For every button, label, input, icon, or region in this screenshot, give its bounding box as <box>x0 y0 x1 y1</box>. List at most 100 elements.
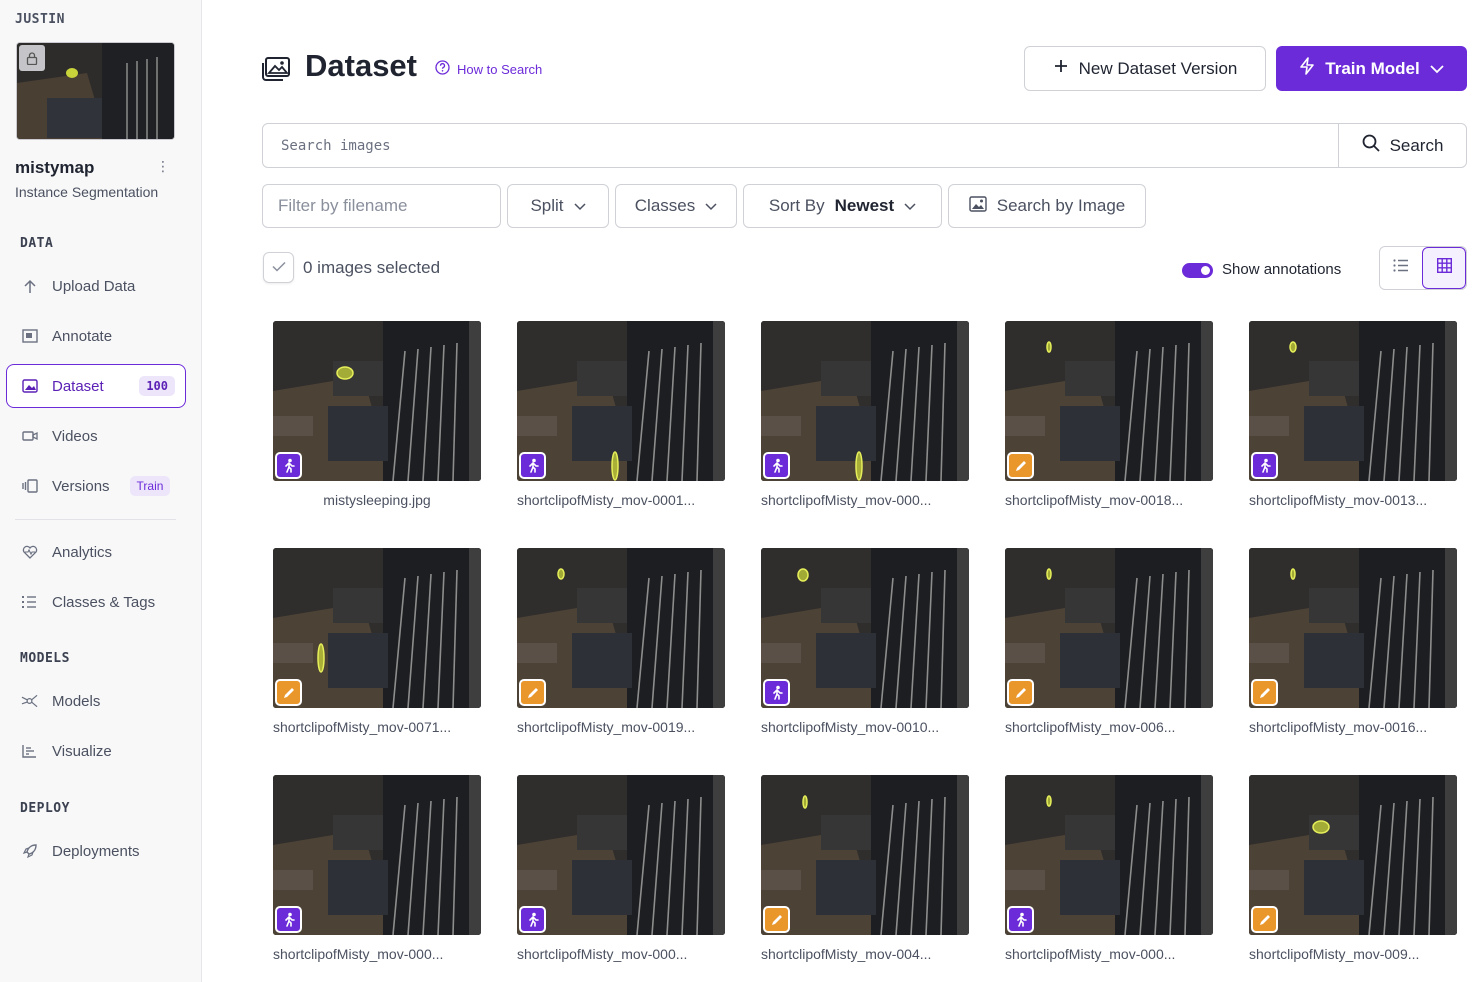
train-model-label: Train Model <box>1325 58 1420 78</box>
sidebar-item-label: Visualize <box>52 742 112 760</box>
filename-filter-input[interactable] <box>263 185 500 227</box>
edit-pencil-icon <box>1007 452 1034 479</box>
models-icon <box>21 693 38 710</box>
image-icon <box>969 195 987 217</box>
search-button-label: Search <box>1389 135 1444 155</box>
dataset-title-icon <box>261 56 291 82</box>
image-card[interactable]: shortclipofMisty_mov-000... <box>1005 775 1213 962</box>
image-card[interactable]: shortclipofMisty_mov-006... <box>1005 548 1213 735</box>
search-by-image-label: Search by Image <box>996 196 1126 215</box>
sidebar-item-models[interactable]: Models <box>6 679 186 723</box>
image-thumbnail[interactable] <box>1005 548 1213 708</box>
sidebar-item-annotate[interactable]: Annotate <box>6 314 186 358</box>
workspace-name[interactable]: JUSTIN <box>15 12 65 27</box>
image-filename: shortclipofMisty_mov-000... <box>273 946 444 962</box>
sort-dropdown[interactable]: Sort By Newest <box>743 184 942 228</box>
sort-label: Sort By <box>768 196 825 215</box>
image-card[interactable]: shortclipofMisty_mov-0071... <box>273 548 481 735</box>
image-filename: shortclipofMisty_mov-0071... <box>273 719 452 735</box>
search-input[interactable] <box>263 124 1338 167</box>
image-card[interactable]: shortclipofMisty_mov-0001... <box>517 321 725 508</box>
image-card[interactable]: shortclipofMisty_mov-000... <box>517 775 725 962</box>
image-filename: shortclipofMisty_mov-004... <box>761 946 932 962</box>
chevron-down-icon <box>574 196 586 216</box>
image-thumbnail[interactable] <box>273 775 481 935</box>
image-thumbnail[interactable] <box>1005 321 1213 481</box>
sidebar-item-versions[interactable]: Versions Train <box>6 464 186 508</box>
versions-icon <box>21 478 38 495</box>
project-name: mistymap <box>15 158 95 177</box>
edit-pencil-icon <box>1251 906 1278 933</box>
selected-count: 0 images selected <box>303 258 441 277</box>
section-data-label: DATA <box>20 236 54 251</box>
section-models-label: MODELS <box>20 651 70 666</box>
plus-icon <box>1053 58 1069 79</box>
how-to-search-link[interactable]: How to Search <box>435 60 542 78</box>
image-thumbnail[interactable] <box>517 321 725 481</box>
image-card[interactable]: shortclipofMisty_mov-0016... <box>1249 548 1457 735</box>
image-thumbnail[interactable] <box>761 775 969 935</box>
search-bar: Search <box>262 123 1467 168</box>
chevron-down-icon <box>705 196 717 216</box>
image-thumbnail[interactable] <box>273 321 481 481</box>
image-card[interactable]: shortclipofMisty_mov-000... <box>273 775 481 962</box>
image-thumbnail[interactable] <box>761 321 969 481</box>
split-dropdown[interactable]: Split <box>507 184 609 228</box>
classes-dropdown[interactable]: Classes <box>615 184 737 228</box>
image-thumbnail[interactable] <box>273 548 481 708</box>
image-thumbnail[interactable] <box>1249 548 1457 708</box>
image-thumbnail[interactable] <box>517 775 725 935</box>
search-button[interactable]: Search <box>1338 124 1466 167</box>
image-thumbnail[interactable] <box>1249 775 1457 935</box>
image-filename: shortclipofMisty_mov-0010... <box>761 719 940 735</box>
project-type: Instance Segmentation <box>15 184 159 200</box>
sidebar-item-analytics[interactable]: Analytics <box>6 530 186 574</box>
project-menu-icon[interactable]: ⋮ <box>156 158 170 175</box>
sidebar-item-classes-tags[interactable]: Classes & Tags <box>6 580 186 624</box>
image-filename: shortclipofMisty_mov-000... <box>1005 946 1176 962</box>
image-card[interactable]: shortclipofMisty_mov-004... <box>761 775 969 962</box>
project-thumbnail[interactable] <box>16 42 175 140</box>
new-dataset-version-button[interactable]: New Dataset Version <box>1024 46 1266 91</box>
sidebar-item-videos[interactable]: Videos <box>6 414 186 458</box>
image-card[interactable]: shortclipofMisty_mov-000... <box>761 321 969 508</box>
show-annotations-toggle[interactable] <box>1182 263 1213 278</box>
image-thumbnail[interactable] <box>517 548 725 708</box>
image-card[interactable]: shortclipofMisty_mov-009... <box>1249 775 1457 962</box>
image-filename: shortclipofMisty_mov-009... <box>1249 946 1420 962</box>
sort-value: Newest <box>834 196 895 215</box>
image-card[interactable]: shortclipofMisty_mov-0010... <box>761 548 969 735</box>
image-filename: shortclipofMisty_mov-0013... <box>1249 492 1428 508</box>
edit-pencil-icon <box>275 679 302 706</box>
image-thumbnail[interactable] <box>1249 321 1457 481</box>
sidebar-divider <box>15 519 176 520</box>
train-model-button[interactable]: Train Model <box>1276 46 1467 91</box>
person-class-icon <box>519 452 546 479</box>
sidebar-item-dataset[interactable]: Dataset 100 <box>6 364 186 408</box>
image-filename: shortclipofMisty_mov-0001... <box>517 492 696 508</box>
list-icon <box>1393 259 1409 277</box>
edit-pencil-icon <box>519 679 546 706</box>
sidebar-item-deployments[interactable]: Deployments <box>6 829 186 873</box>
list-view-button[interactable] <box>1380 247 1422 289</box>
analytics-icon <box>21 544 38 561</box>
page-title: Dataset <box>305 48 417 83</box>
grid-view-button[interactable] <box>1422 247 1466 289</box>
image-card[interactable]: shortclipofMisty_mov-0013... <box>1249 321 1457 508</box>
image-filename: shortclipofMisty_mov-0016... <box>1249 719 1428 735</box>
filename-filter <box>262 184 501 228</box>
image-thumbnail[interactable] <box>1005 775 1213 935</box>
annotate-icon <box>21 328 38 345</box>
image-card[interactable]: shortclipofMisty_mov-0018... <box>1005 321 1213 508</box>
search-by-image-button[interactable]: Search by Image <box>948 184 1146 228</box>
select-all-checkbox[interactable] <box>263 252 294 283</box>
check-icon <box>271 259 286 277</box>
image-thumbnail[interactable] <box>761 548 969 708</box>
sidebar-item-upload-data[interactable]: Upload Data <box>6 264 186 308</box>
image-card[interactable]: mistysleeping.jpg <box>273 321 481 508</box>
sidebar-item-label: Models <box>52 692 101 710</box>
dataset-icon <box>21 378 38 395</box>
sidebar-item-visualize[interactable]: Visualize <box>6 729 186 773</box>
image-filename: shortclipofMisty_mov-0019... <box>517 719 696 735</box>
image-card[interactable]: shortclipofMisty_mov-0019... <box>517 548 725 735</box>
